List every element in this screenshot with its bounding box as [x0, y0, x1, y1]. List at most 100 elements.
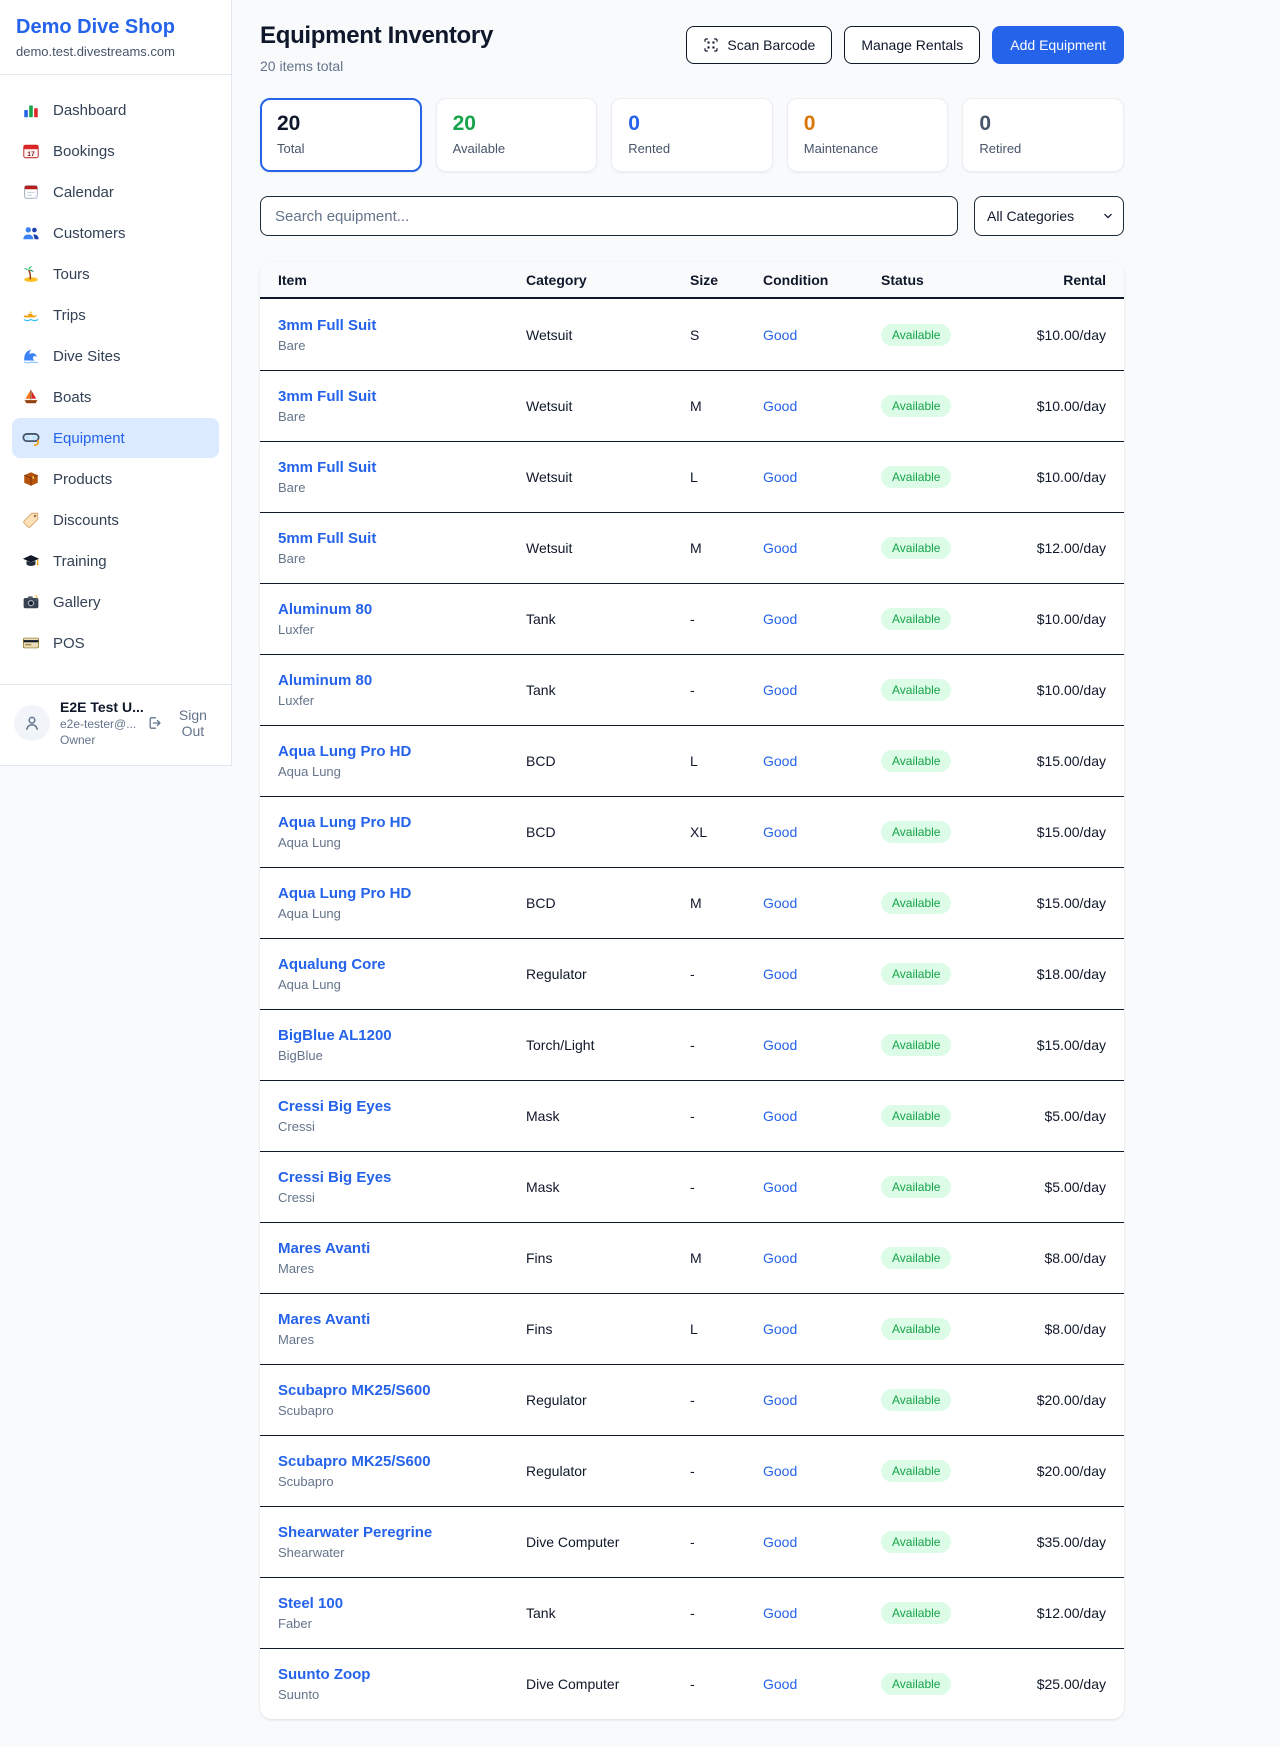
item-name-link[interactable]: Aqua Lung Pro HD	[278, 743, 526, 760]
sign-out-button[interactable]: Sign Out	[147, 703, 217, 743]
item-size: -	[690, 1676, 763, 1692]
search-input[interactable]	[260, 196, 958, 236]
item-condition-link[interactable]: Good	[763, 1250, 881, 1266]
table-row: Mares Avanti Mares Fins M Good Available…	[260, 1222, 1124, 1293]
table-row: Suunto Zoop Suunto Dive Computer - Good …	[260, 1648, 1124, 1719]
item-condition-link[interactable]: Good	[763, 753, 881, 769]
sidebar-item-trips[interactable]: Trips	[12, 295, 219, 335]
stat-card-available[interactable]: 20 Available	[436, 98, 598, 172]
camera-icon	[22, 593, 40, 611]
item-size: -	[690, 1179, 763, 1195]
table-row: Steel 100 Faber Tank - Good Available $1…	[260, 1577, 1124, 1648]
status-badge: Available	[881, 1176, 951, 1198]
item-brand: Mares	[278, 1332, 526, 1347]
page-title: Equipment Inventory	[260, 22, 493, 50]
item-condition-link[interactable]: Good	[763, 469, 881, 485]
sidebar-item-calendar[interactable]: Calendar	[12, 172, 219, 212]
user-section: E2E Test U... e2e-tester@... Owner Sign …	[0, 684, 231, 765]
item-condition-link[interactable]: Good	[763, 682, 881, 698]
item-name-link[interactable]: 3mm Full Suit	[278, 459, 526, 476]
item-condition-link[interactable]: Good	[763, 966, 881, 982]
stat-card-total[interactable]: 20 Total	[260, 98, 422, 172]
sign-out-label: Sign Out	[169, 707, 217, 739]
item-name-link[interactable]: Aluminum 80	[278, 601, 526, 618]
item-brand: Aqua Lung	[278, 764, 526, 779]
stat-card-maintenance[interactable]: 0 Maintenance	[787, 98, 949, 172]
sidebar-item-bookings[interactable]: 17 Bookings	[12, 131, 219, 171]
item-name-link[interactable]: Shearwater Peregrine	[278, 1524, 526, 1541]
item-name-link[interactable]: Suunto Zoop	[278, 1666, 526, 1683]
user-email: e2e-tester@...	[60, 717, 137, 731]
item-name-link[interactable]: Scubapro MK25/S600	[278, 1453, 526, 1470]
item-name-link[interactable]: Cressi Big Eyes	[278, 1169, 526, 1186]
item-name-link[interactable]: Steel 100	[278, 1595, 526, 1612]
item-condition-link[interactable]: Good	[763, 1605, 881, 1621]
stat-card-rented[interactable]: 0 Rented	[611, 98, 773, 172]
item-category: Mask	[526, 1179, 690, 1195]
sidebar-item-dive-sites[interactable]: Dive Sites	[12, 336, 219, 376]
item-name-link[interactable]: Aluminum 80	[278, 672, 526, 689]
item-brand: Suunto	[278, 1687, 526, 1702]
sidebar-item-gallery[interactable]: Gallery	[12, 582, 219, 622]
item-size: -	[690, 682, 763, 698]
item-condition-link[interactable]: Good	[763, 1108, 881, 1124]
category-select[interactable]: All Categories	[974, 196, 1124, 236]
stat-card-retired[interactable]: 0 Retired	[962, 98, 1124, 172]
status-badge: Available	[881, 324, 951, 346]
item-name-link[interactable]: Mares Avanti	[278, 1240, 526, 1257]
item-condition-link[interactable]: Good	[763, 824, 881, 840]
item-name-link[interactable]: Aqua Lung Pro HD	[278, 885, 526, 902]
item-rental-rate: $10.00/day	[1031, 611, 1106, 627]
table-row: Aluminum 80 Luxfer Tank - Good Available…	[260, 583, 1124, 654]
status-badge: Available	[881, 608, 951, 630]
sidebar-item-equipment[interactable]: Equipment	[12, 418, 219, 458]
item-condition-link[interactable]: Good	[763, 1037, 881, 1053]
sailboat-icon	[22, 388, 40, 406]
filters-row: All Categories	[260, 196, 1124, 236]
status-badge: Available	[881, 1602, 951, 1624]
sidebar-item-pos[interactable]: POS	[12, 623, 219, 663]
item-condition-link[interactable]: Good	[763, 895, 881, 911]
brand-title[interactable]: Demo Dive Shop	[16, 16, 215, 39]
item-brand: Mares	[278, 1261, 526, 1276]
item-name-link[interactable]: Scubapro MK25/S600	[278, 1382, 526, 1399]
item-category: BCD	[526, 753, 690, 769]
item-condition-link[interactable]: Good	[763, 1463, 881, 1479]
item-condition-link[interactable]: Good	[763, 611, 881, 627]
item-category: Dive Computer	[526, 1676, 690, 1692]
item-name-link[interactable]: 3mm Full Suit	[278, 388, 526, 405]
item-condition-link[interactable]: Good	[763, 540, 881, 556]
sidebar-item-discounts[interactable]: Discounts	[12, 500, 219, 540]
manage-rentals-button[interactable]: Manage Rentals	[844, 26, 980, 64]
svg-text:17: 17	[27, 151, 35, 158]
item-rental-rate: $15.00/day	[1031, 895, 1106, 911]
sidebar-item-customers[interactable]: Customers	[12, 213, 219, 253]
manage-rentals-label: Manage Rentals	[861, 37, 963, 53]
item-condition-link[interactable]: Good	[763, 327, 881, 343]
item-category: Fins	[526, 1321, 690, 1337]
graduation-cap-icon	[22, 552, 40, 570]
column-header-item: Item	[278, 272, 526, 288]
add-equipment-button[interactable]: Add Equipment	[992, 26, 1124, 64]
bookings-calendar-icon: 17	[22, 142, 40, 160]
item-name-link[interactable]: Aqualung Core	[278, 956, 526, 973]
item-name-link[interactable]: Mares Avanti	[278, 1311, 526, 1328]
item-condition-link[interactable]: Good	[763, 398, 881, 414]
item-condition-link[interactable]: Good	[763, 1179, 881, 1195]
item-name-link[interactable]: 3mm Full Suit	[278, 317, 526, 334]
scan-barcode-button[interactable]: Scan Barcode	[686, 26, 832, 64]
item-condition-link[interactable]: Good	[763, 1321, 881, 1337]
sidebar-item-training[interactable]: Training	[12, 541, 219, 581]
item-name-link[interactable]: Aqua Lung Pro HD	[278, 814, 526, 831]
item-name-link[interactable]: Cressi Big Eyes	[278, 1098, 526, 1115]
item-name-link[interactable]: BigBlue AL1200	[278, 1027, 526, 1044]
sidebar-item-dashboard[interactable]: Dashboard	[12, 90, 219, 130]
sidebar-item-boats[interactable]: Boats	[12, 377, 219, 417]
sidebar-item-products[interactable]: Products	[12, 459, 219, 499]
sidebar-item-tours[interactable]: Tours	[12, 254, 219, 294]
table-row: Cressi Big Eyes Cressi Mask - Good Avail…	[260, 1151, 1124, 1222]
item-condition-link[interactable]: Good	[763, 1676, 881, 1692]
item-condition-link[interactable]: Good	[763, 1392, 881, 1408]
item-name-link[interactable]: 5mm Full Suit	[278, 530, 526, 547]
item-condition-link[interactable]: Good	[763, 1534, 881, 1550]
